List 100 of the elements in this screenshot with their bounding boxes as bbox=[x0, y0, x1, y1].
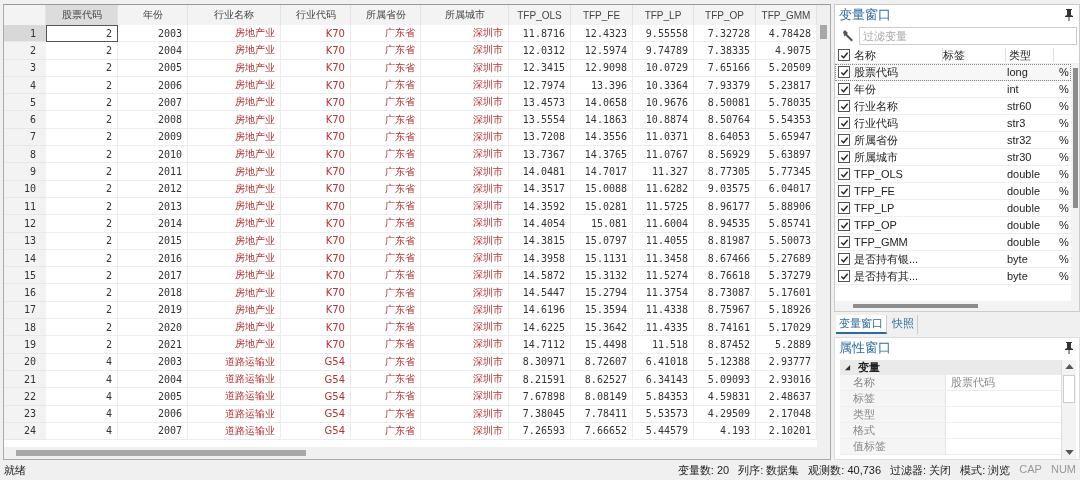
pin-icon[interactable] bbox=[1065, 342, 1073, 354]
variable-row[interactable]: TFP_FE double % bbox=[835, 183, 1071, 200]
collapse-triangle-icon[interactable] bbox=[844, 364, 851, 371]
checkbox[interactable] bbox=[838, 134, 850, 146]
variable-type: str60 bbox=[1006, 100, 1033, 112]
row-number[interactable]: 19 bbox=[4, 336, 46, 354]
variable-row[interactable]: 年份 int % bbox=[835, 81, 1071, 98]
table-cell: 11.327 bbox=[633, 163, 694, 181]
checkbox[interactable] bbox=[838, 253, 850, 265]
checkbox[interactable] bbox=[838, 83, 850, 95]
variable-type: str30 bbox=[1006, 151, 1033, 163]
variable-row[interactable]: 是否持有其... byte % bbox=[835, 268, 1071, 285]
table-cell: 4 bbox=[46, 370, 118, 389]
column-header[interactable]: TFP_GMM bbox=[756, 5, 817, 25]
column-header[interactable]: 类型 bbox=[1006, 48, 1054, 62]
table-cell: 8.76618 bbox=[694, 267, 756, 285]
checkbox[interactable] bbox=[838, 202, 850, 214]
table-cell: 2 bbox=[46, 59, 118, 77]
checkbox[interactable] bbox=[838, 185, 850, 197]
variable-format: % bbox=[1059, 168, 1070, 180]
variable-row[interactable]: 是否持有银... byte % bbox=[835, 251, 1071, 268]
column-header[interactable]: 年份 bbox=[118, 5, 188, 25]
checkbox[interactable] bbox=[838, 219, 850, 231]
column-header[interactable]: 标签 bbox=[943, 48, 1006, 62]
row-number[interactable]: 6 bbox=[4, 111, 46, 129]
column-header[interactable]: 行业名称 bbox=[188, 5, 281, 25]
variable-row[interactable]: 股票代码 long % bbox=[835, 64, 1071, 81]
variable-type: double bbox=[1006, 202, 1042, 214]
row-number[interactable]: 1 bbox=[4, 25, 46, 43]
table-cell: 8.08149 bbox=[571, 388, 633, 406]
table-cell: G54 bbox=[281, 370, 351, 389]
table-cell: 11.4335 bbox=[633, 319, 694, 337]
column-header[interactable]: 行业代码 bbox=[281, 5, 351, 25]
checkbox[interactable] bbox=[838, 66, 850, 78]
column-header[interactable]: 股票代码 bbox=[46, 5, 118, 25]
scroll-down-icon[interactable] bbox=[1064, 450, 1074, 455]
column-header[interactable]: 名称 bbox=[854, 48, 943, 62]
vertical-scrollbar[interactable] bbox=[1071, 64, 1079, 301]
table-cell: 11.6004 bbox=[633, 215, 694, 233]
table-cell: 2 bbox=[46, 232, 118, 250]
table-cell: 深圳市 bbox=[421, 76, 509, 95]
table-cell: K70 bbox=[281, 163, 351, 181]
row-number[interactable]: 22 bbox=[4, 388, 46, 406]
vertical-scrollbar[interactable] bbox=[1061, 360, 1076, 459]
column-header[interactable]: 所属城市 bbox=[421, 5, 509, 25]
table-cell: 4 bbox=[46, 353, 118, 371]
checkbox[interactable] bbox=[838, 117, 850, 129]
column-header[interactable]: TFP_FE bbox=[571, 5, 633, 25]
table-cell: 2004 bbox=[118, 42, 188, 60]
checkbox[interactable] bbox=[838, 236, 850, 248]
checkbox[interactable] bbox=[838, 270, 850, 282]
horizontal-scrollbar[interactable] bbox=[835, 301, 1079, 311]
checkbox[interactable] bbox=[838, 168, 850, 180]
column-header[interactable]: TFP_OP bbox=[694, 5, 756, 25]
row-number[interactable]: 5 bbox=[4, 94, 46, 112]
row-number[interactable]: 2 bbox=[4, 42, 46, 60]
checkbox[interactable] bbox=[838, 151, 850, 163]
variable-row[interactable]: TFP_LP double % bbox=[835, 200, 1071, 217]
filter-field[interactable]: 过滤变量 bbox=[859, 27, 1077, 45]
table-cell: 广东省 bbox=[351, 59, 421, 77]
row-number[interactable]: 16 bbox=[4, 284, 46, 302]
variable-row[interactable]: 行业名称 str60 % bbox=[835, 98, 1071, 115]
vertical-scrollbar[interactable] bbox=[817, 5, 830, 447]
table-cell: 深圳市 bbox=[421, 215, 509, 233]
variable-type: long bbox=[1006, 66, 1029, 78]
row-number[interactable]: 15 bbox=[4, 267, 46, 285]
row-number[interactable]: 18 bbox=[4, 319, 46, 337]
table-cell: 14.3958 bbox=[509, 249, 571, 268]
pin-icon[interactable] bbox=[1065, 9, 1073, 21]
scrollbar-thumb[interactable] bbox=[1063, 375, 1075, 403]
checkbox[interactable] bbox=[838, 49, 850, 61]
row-number[interactable]: 9 bbox=[4, 163, 46, 181]
table-cell: 8.87452 bbox=[694, 336, 756, 354]
variable-row[interactable]: TFP_OP double % bbox=[835, 217, 1071, 234]
table-cell: 2006 bbox=[118, 405, 188, 423]
variable-row[interactable]: 行业代码 str3 % bbox=[835, 115, 1071, 132]
key-indicator: NUM bbox=[1050, 462, 1076, 477]
table-cell: 2011 bbox=[118, 163, 188, 181]
table-cell: 15.0281 bbox=[571, 197, 633, 216]
panel-tab[interactable]: 快照 bbox=[889, 315, 918, 334]
table-cell: 深圳市 bbox=[421, 59, 509, 77]
table-cell: 广东省 bbox=[351, 301, 421, 320]
checkbox[interactable] bbox=[838, 100, 850, 112]
column-header[interactable]: TFP_LP bbox=[633, 5, 694, 25]
table-cell: 深圳市 bbox=[421, 319, 509, 337]
horizontal-scrollbar[interactable] bbox=[4, 447, 830, 459]
variable-name: 是否持有其... bbox=[854, 268, 920, 284]
variable-row[interactable]: 所属省份 str32 % bbox=[835, 132, 1071, 149]
scroll-up-icon[interactable] bbox=[1064, 364, 1074, 369]
table-cell: 2 bbox=[46, 146, 118, 164]
column-header[interactable]: 所属省份 bbox=[351, 5, 421, 25]
column-header[interactable]: TFP_OLS bbox=[509, 5, 571, 25]
row-number[interactable]: 12 bbox=[4, 215, 46, 233]
status-item: 观测数: 40,736 bbox=[808, 462, 882, 478]
variable-row[interactable]: 所属城市 str30 % bbox=[835, 149, 1071, 166]
variable-row[interactable]: TFP_GMM double % bbox=[835, 234, 1071, 251]
panel-tab[interactable]: 变量窗口 bbox=[836, 315, 887, 334]
row-number[interactable]: 8 bbox=[4, 146, 46, 164]
property-value[interactable]: 股票代码 bbox=[946, 375, 1061, 390]
variable-row[interactable]: TFP_OLS double % bbox=[835, 166, 1071, 183]
